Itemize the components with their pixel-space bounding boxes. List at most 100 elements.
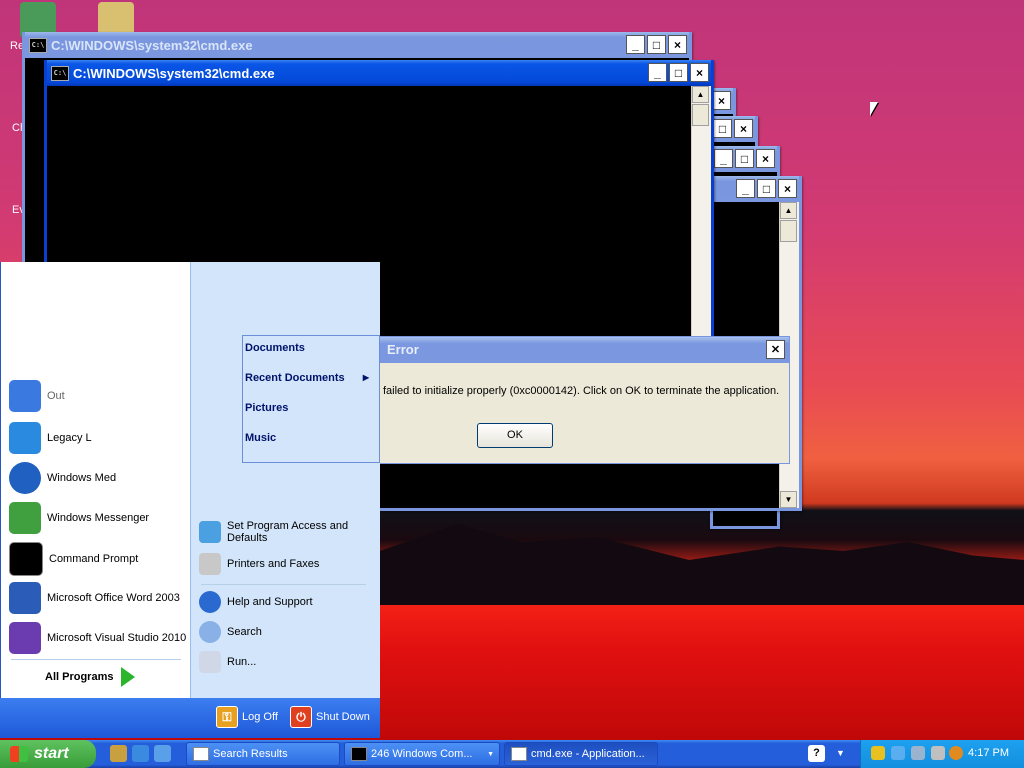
mouse-cursor-icon <box>870 102 878 116</box>
taskbar: start Search Results 246 Windows Com... ▼… <box>0 740 1024 768</box>
submenu-item-music[interactable]: Music <box>245 426 375 450</box>
outlook-icon <box>9 380 41 412</box>
link-run[interactable]: Run... <box>199 651 256 673</box>
cmd-window-titlebar[interactable]: _ □ × <box>713 146 777 172</box>
close-icon[interactable]: × <box>756 149 775 168</box>
close-icon[interactable]: × <box>778 179 797 198</box>
log-off-button[interactable]: ⚿ Log Off <box>216 706 278 728</box>
error-dialog[interactable]: Error ✕ failed to initialize properly (0… <box>378 336 790 464</box>
minimize-icon[interactable]: _ <box>626 35 645 54</box>
log-off-label: Log Off <box>242 711 278 723</box>
maximize-icon[interactable]: □ <box>757 179 776 198</box>
program-outlook[interactable]: Out <box>9 380 65 412</box>
scroll-up-icon[interactable]: ▲ <box>692 86 709 103</box>
network-icon[interactable] <box>911 746 925 760</box>
system-tray: 4:17 PM <box>860 740 1024 768</box>
program-label: Legacy L <box>47 432 92 444</box>
divider <box>11 659 181 660</box>
volume-icon[interactable] <box>931 746 945 760</box>
minimize-icon[interactable]: _ <box>736 179 755 198</box>
close-icon[interactable]: × <box>712 91 731 110</box>
task-search-results[interactable]: Search Results <box>186 742 340 766</box>
update-icon <box>9 422 41 454</box>
help-icon[interactable]: ? <box>808 745 825 762</box>
visual-studio-icon <box>9 622 41 654</box>
app-window-icon <box>511 747 527 761</box>
window-title: C:\WINDOWS\system32\cmd.exe <box>51 37 253 53</box>
link-printers[interactable]: Printers and Faxes <box>199 553 319 575</box>
cmd-icon: C:\ <box>29 37 47 53</box>
submenu-item-recent-documents[interactable]: Recent Documents ▶ <box>245 366 375 390</box>
scroll-thumb[interactable] <box>780 220 797 242</box>
close-icon[interactable]: × <box>668 35 687 54</box>
ok-button[interactable]: OK <box>477 423 553 448</box>
maximize-icon[interactable]: □ <box>735 149 754 168</box>
start-menu[interactable]: Out Legacy L Windows Med Windows Messeng… <box>0 262 380 738</box>
clock[interactable]: 4:17 PM <box>968 747 1009 759</box>
documents-submenu[interactable]: Documents Recent Documents ▶ Pictures Mus… <box>242 335 380 463</box>
submenu-label: Documents <box>245 342 305 354</box>
start-button[interactable]: start <box>0 740 96 768</box>
search-icon <box>199 621 221 643</box>
expand-icon[interactable]: ▼ <box>832 745 849 762</box>
quicklaunch-paint-icon[interactable] <box>110 745 127 762</box>
program-visual-studio[interactable]: Microsoft Visual Studio 2010 <box>9 622 186 654</box>
run-icon <box>199 651 221 673</box>
program-windows-media[interactable]: Windows Med <box>9 462 116 494</box>
submenu-label: Recent Documents <box>245 372 345 384</box>
task-label: 246 Windows Com... <box>371 748 473 760</box>
close-icon[interactable]: × <box>690 63 709 82</box>
all-programs-label: All Programs <box>45 671 114 683</box>
cmd-window-titlebar[interactable]: C:\ C:\WINDOWS\system32\cmd.exe _ □ × <box>25 32 689 58</box>
link-program-access[interactable]: Set Program Access and Defaults <box>199 520 357 544</box>
scroll-down-icon[interactable]: ▼ <box>780 491 797 508</box>
media-player-icon <box>9 462 41 494</box>
quicklaunch-desktop-icon[interactable] <box>154 745 171 762</box>
minimize-icon[interactable]: _ <box>648 63 667 82</box>
submenu-item-pictures[interactable]: Pictures <box>245 396 375 420</box>
cmd-icon: C:\ <box>51 65 69 81</box>
window-title: C:\WINDOWS\system32\cmd.exe <box>73 65 275 81</box>
error-dialog-titlebar[interactable]: Error ✕ <box>379 337 789 363</box>
task-label: Search Results <box>213 748 288 760</box>
program-windows-messenger[interactable]: Windows Messenger <box>9 502 149 534</box>
quicklaunch-ie-icon[interactable] <box>132 745 149 762</box>
program-access-icon <box>199 521 221 543</box>
start-menu-programs: Out Legacy L Windows Med Windows Messeng… <box>0 262 191 698</box>
close-icon[interactable]: × <box>734 119 753 138</box>
link-label: Search <box>227 626 262 638</box>
submenu-label: Pictures <box>245 402 289 414</box>
close-icon[interactable]: ✕ <box>766 340 785 359</box>
maximize-icon[interactable]: □ <box>669 63 688 82</box>
all-programs-button[interactable]: All Programs <box>45 667 136 687</box>
scroll-thumb[interactable] <box>692 104 709 126</box>
messenger-icon <box>9 502 41 534</box>
maximize-icon[interactable]: □ <box>713 119 732 138</box>
bluetooth-icon[interactable] <box>891 746 905 760</box>
program-command-prompt[interactable]: Command Prompt <box>9 542 138 576</box>
cmd-window-titlebar[interactable]: C:\ C:\WINDOWS\system32\cmd.exe _ □ × <box>47 60 711 86</box>
program-label: Windows Messenger <box>47 512 150 524</box>
start-menu-footer: ⚿ Log Off ⏻ Shut Down <box>0 698 380 738</box>
security-shield-icon[interactable] <box>871 746 885 760</box>
dropdown-icon: ▼ <box>487 750 494 758</box>
program-legacy[interactable]: Legacy L <box>9 422 92 454</box>
shut-down-button[interactable]: ⏻ Shut Down <box>290 706 370 728</box>
minimize-icon[interactable]: _ <box>714 149 733 168</box>
link-help[interactable]: Help and Support <box>199 591 313 613</box>
help-icon <box>199 591 221 613</box>
program-label: Windows Med <box>47 472 117 484</box>
task-cmd-application[interactable]: cmd.exe - Application... <box>504 742 658 766</box>
log-off-icon: ⚿ <box>216 706 238 728</box>
task-windows-command[interactable]: 246 Windows Com... ▼ <box>344 742 500 766</box>
scroll-up-icon[interactable]: ▲ <box>780 202 797 219</box>
search-window-icon <box>193 747 209 761</box>
program-word[interactable]: Microsoft Office Word 2003 <box>9 582 180 614</box>
submenu-item-documents[interactable]: Documents <box>245 336 375 360</box>
link-search[interactable]: Search <box>199 621 262 643</box>
search-tray-icon[interactable] <box>949 746 963 760</box>
program-label: Command Prompt <box>49 553 139 565</box>
cmd-icon <box>351 747 367 761</box>
submenu-label: Music <box>245 432 277 444</box>
maximize-icon[interactable]: □ <box>647 35 666 54</box>
